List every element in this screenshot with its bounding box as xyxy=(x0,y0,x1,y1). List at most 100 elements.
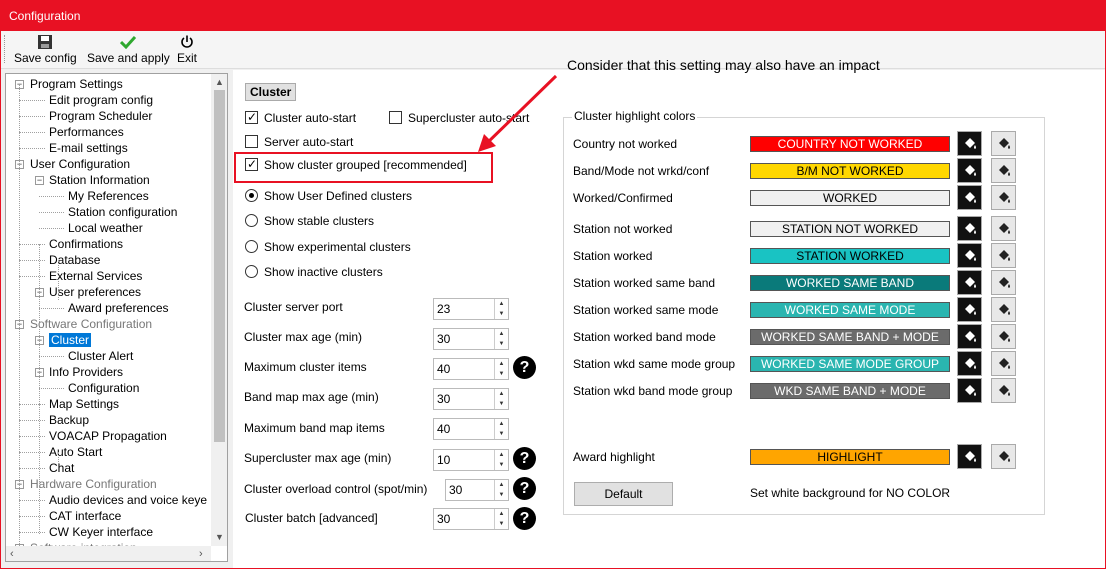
supercluster-max-age-stepper[interactable]: 10 ▲ ▼ xyxy=(433,449,509,471)
tree-item[interactable]: Auto Start xyxy=(49,444,102,460)
tree-item[interactable]: Map Settings xyxy=(49,396,119,412)
tree-item[interactable]: Local weather xyxy=(68,220,143,236)
scroll-up-icon[interactable]: ▲ xyxy=(215,77,224,87)
stepper-up-icon[interactable]: ▲ xyxy=(495,480,508,490)
foreground-color-button[interactable] xyxy=(957,297,982,322)
stepper-value[interactable]: 30 xyxy=(449,483,462,497)
tree-item[interactable]: Program Scheduler xyxy=(49,108,152,124)
checkbox-box[interactable] xyxy=(245,109,258,125)
tree-item[interactable]: Software Configuration xyxy=(30,316,152,332)
cluster-auto-start-checkbox[interactable]: Cluster auto-start xyxy=(245,109,356,126)
highlight-color-swatch[interactable]: WORKED SAME MODE xyxy=(750,302,950,318)
tree-item[interactable]: Award preferences xyxy=(68,300,169,316)
background-color-button[interactable] xyxy=(991,351,1016,376)
tree-item[interactable]: Database xyxy=(49,252,100,268)
stepper-down-icon[interactable]: ▼ xyxy=(495,309,508,319)
tree-item[interactable]: Audio devices and voice keye xyxy=(49,492,207,508)
tree-item[interactable]: Confirmations xyxy=(49,236,123,252)
help-icon[interactable]: ? xyxy=(513,507,536,530)
stepper-down-icon[interactable]: ▼ xyxy=(495,519,508,529)
tree-item[interactable]: Info Providers xyxy=(49,364,123,380)
foreground-color-button[interactable] xyxy=(957,270,982,295)
cluster-batch-stepper[interactable]: 30 ▲ ▼ xyxy=(433,508,509,530)
exit-button[interactable]: Exit xyxy=(177,33,197,65)
cluster-overload-control-stepper[interactable]: 30 ▲ ▼ xyxy=(445,479,509,501)
foreground-color-button[interactable] xyxy=(957,185,982,210)
save-apply-button[interactable]: Save and apply xyxy=(87,33,170,65)
stepper-value[interactable]: 40 xyxy=(437,362,450,376)
foreground-color-button[interactable] xyxy=(957,378,982,403)
stepper-value[interactable]: 30 xyxy=(437,392,450,406)
highlight-color-swatch[interactable]: WORKED SAME BAND + MODE xyxy=(750,329,950,345)
tree-item[interactable]: External Services xyxy=(49,268,142,284)
band-map-max-age-stepper[interactable]: 30 ▲ ▼ xyxy=(433,388,509,410)
background-color-button[interactable] xyxy=(991,297,1016,322)
save-config-button[interactable]: Save config xyxy=(14,33,77,65)
foreground-color-button[interactable] xyxy=(957,324,982,349)
scroll-right-icon[interactable]: › xyxy=(199,548,203,560)
server-auto-start-checkbox[interactable]: Server auto-start xyxy=(245,134,353,150)
tree-item[interactable]: User Configuration xyxy=(30,156,130,172)
tree-item[interactable]: Program Settings xyxy=(30,76,123,92)
help-icon[interactable]: ? xyxy=(513,356,536,379)
highlight-color-swatch[interactable]: B/M NOT WORKED xyxy=(750,163,950,179)
foreground-color-button[interactable] xyxy=(957,243,982,268)
background-color-button[interactable] xyxy=(991,324,1016,349)
highlight-color-swatch[interactable]: COUNTRY NOT WORKED xyxy=(750,136,950,152)
checkbox-box[interactable] xyxy=(245,135,258,148)
stepper-down-icon[interactable]: ▼ xyxy=(495,369,508,379)
tree-item[interactable]: CAT interface xyxy=(49,508,121,524)
stepper-up-icon[interactable]: ▲ xyxy=(495,299,508,309)
tree-scroll-thumb[interactable] xyxy=(214,90,225,442)
radio-stable-clusters[interactable]: Show stable clusters xyxy=(245,213,374,229)
tree-item[interactable]: Performances xyxy=(49,124,124,140)
maximum-band-map-items-stepper[interactable]: 40 ▲ ▼ xyxy=(433,418,509,440)
tree-vertical-scrollbar[interactable]: ▲ ▼ xyxy=(211,74,227,546)
help-icon[interactable]: ? xyxy=(513,477,536,500)
foreground-color-button[interactable] xyxy=(957,444,982,469)
radio-dot[interactable] xyxy=(245,214,258,227)
tree-item[interactable]: Edit program config xyxy=(49,92,153,108)
tree-item[interactable]: Cluster xyxy=(49,332,92,348)
stepper-value[interactable]: 30 xyxy=(437,512,450,526)
help-icon[interactable]: ? xyxy=(513,447,536,470)
stepper-down-icon[interactable]: ▼ xyxy=(495,490,508,500)
tree-item[interactable]: Chat xyxy=(49,460,74,476)
scroll-left-icon[interactable]: ‹ xyxy=(10,548,14,560)
highlight-color-swatch[interactable]: WKD SAME BAND + MODE GROUP xyxy=(750,383,950,412)
stepper-up-icon[interactable]: ▲ xyxy=(495,450,508,460)
stepper-value[interactable]: 23 xyxy=(437,302,450,316)
radio-experimental-clusters[interactable]: Show experimental clusters xyxy=(245,239,411,255)
tree-item[interactable]: E-mail settings xyxy=(49,140,128,156)
maximum-cluster-items-stepper[interactable]: 40 ▲ ▼ xyxy=(433,358,509,380)
stepper-down-icon[interactable]: ▼ xyxy=(495,339,508,349)
scroll-down-icon[interactable]: ▼ xyxy=(215,532,224,542)
stepper-up-icon[interactable]: ▲ xyxy=(495,419,508,429)
tree-item[interactable]: Station configuration xyxy=(68,204,177,220)
highlight-color-swatch[interactable]: STATION NOT WORKED xyxy=(750,221,950,237)
tree-item[interactable]: Hardware Configuration xyxy=(30,476,157,492)
stepper-value[interactable]: 30 xyxy=(437,332,450,346)
foreground-color-button[interactable] xyxy=(957,216,982,241)
background-color-button[interactable] xyxy=(991,216,1016,241)
stepper-down-icon[interactable]: ▼ xyxy=(495,460,508,470)
stepper-down-icon[interactable]: ▼ xyxy=(495,399,508,409)
default-button[interactable]: Default xyxy=(574,482,673,506)
background-color-button[interactable] xyxy=(991,378,1016,403)
tree-item[interactable]: Cluster Alert xyxy=(68,348,133,364)
background-color-button[interactable] xyxy=(991,131,1016,156)
background-color-button[interactable] xyxy=(991,158,1016,183)
background-color-button[interactable] xyxy=(991,243,1016,268)
radio-dot[interactable] xyxy=(245,189,258,202)
foreground-color-button[interactable] xyxy=(957,131,982,156)
foreground-color-button[interactable] xyxy=(957,158,982,183)
stepper-up-icon[interactable]: ▲ xyxy=(495,359,508,369)
background-color-button[interactable] xyxy=(991,444,1016,469)
background-color-button[interactable] xyxy=(991,185,1016,210)
radio-inactive-clusters[interactable]: Show inactive clusters xyxy=(245,264,383,280)
stepper-value[interactable]: 40 xyxy=(437,422,450,436)
stepper-value[interactable]: 10 xyxy=(437,453,450,467)
highlight-color-swatch[interactable]: WORKED SAME MODE GROUP xyxy=(750,356,950,372)
tree-item[interactable]: Backup xyxy=(49,412,89,428)
background-color-button[interactable] xyxy=(991,270,1016,295)
